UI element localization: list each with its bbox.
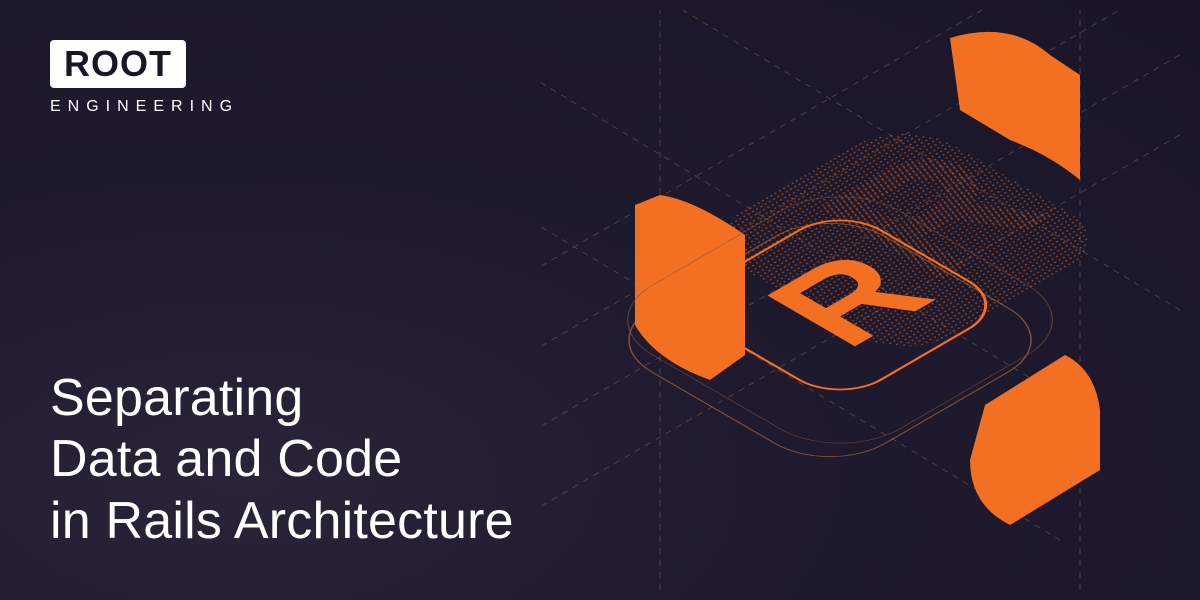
brand-subtitle: ENGINEERING	[50, 98, 239, 116]
hero-container: ROOT ENGINEERING Separating Data and Cod…	[0, 0, 1200, 600]
brand-block: ROOT ENGINEERING	[50, 40, 239, 116]
headline-line-1: Separating	[50, 368, 514, 429]
brand-logo: ROOT	[50, 40, 186, 88]
headline-line-3: in Rails Architecture	[50, 491, 514, 552]
isometric-illustration: R R	[540, 10, 1180, 590]
headline: Separating Data and Code in Rails Archit…	[50, 368, 514, 552]
headline-line-2: Data and Code	[50, 429, 514, 490]
